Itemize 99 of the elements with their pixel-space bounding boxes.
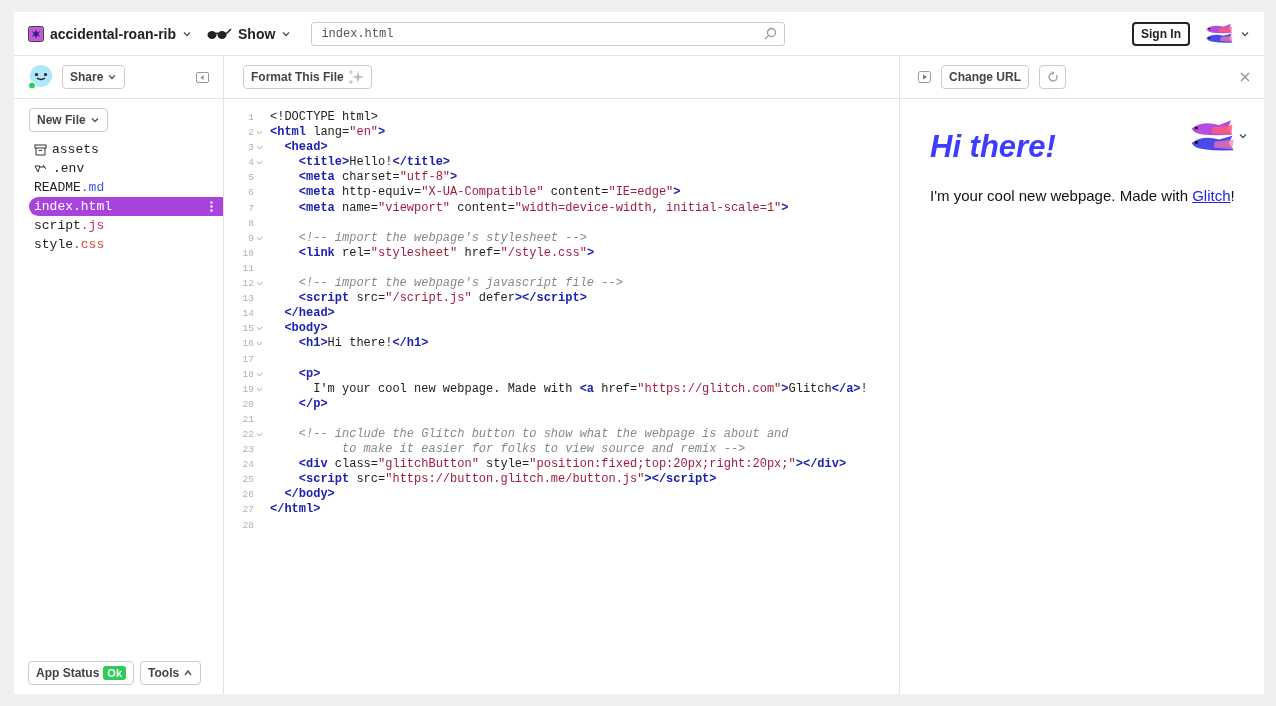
line-number: 22	[241, 427, 254, 442]
file-item[interactable]: script.js	[29, 216, 223, 235]
app-status-button[interactable]: App Status Ok	[28, 661, 135, 685]
show-button[interactable]: Show	[206, 25, 292, 42]
line-number: 5	[247, 171, 254, 186]
code-line: I'm your cool new webpage. Made with <a href="https://glitch.com">Glitch</a>!	[312, 381, 868, 397]
line-number: 18	[241, 367, 254, 382]
more-options-icon[interactable]	[210, 201, 213, 212]
new-file-button[interactable]: New File	[29, 108, 108, 132]
code-line: <!-- import the webpage's stylesheet -->	[297, 230, 587, 246]
fold-caret-icon[interactable]	[256, 160, 263, 166]
fold-caret-icon[interactable]	[256, 326, 263, 332]
line-number: 10	[241, 246, 254, 261]
code-line: </body>	[283, 487, 335, 503]
file-item[interactable]: index.html	[29, 197, 223, 216]
line-number: 28	[241, 518, 254, 533]
tools-button[interactable]: Tools	[140, 661, 202, 685]
code-line: <body>	[283, 321, 328, 337]
line-number: 15	[241, 322, 254, 337]
glitch-link[interactable]: Glitch	[1192, 187, 1231, 204]
code-line: <html lang="en">	[270, 125, 386, 141]
fish-logo-icon	[1204, 23, 1234, 44]
line-number: 16	[241, 337, 254, 352]
share-button[interactable]: Share	[62, 65, 126, 89]
line-number: 14	[241, 307, 254, 322]
file-item[interactable]: style.css	[29, 235, 223, 254]
project-name-button[interactable]: accidental-roan-rib	[28, 25, 193, 42]
code-line: <link rel="stylesheet" href="/style.css">	[297, 245, 595, 261]
play-icon[interactable]	[918, 71, 931, 83]
line-number: 12	[241, 277, 254, 292]
code-line: <div class="glitchButton" style="position:fixed;top:20px;right:20px;"></div>	[297, 457, 847, 473]
sign-in-button[interactable]: Sign In	[1132, 21, 1190, 46]
archive-box-icon	[34, 143, 47, 156]
fold-caret-icon[interactable]	[256, 432, 263, 437]
line-number: 23	[241, 443, 254, 458]
fold-caret-icon[interactable]	[256, 281, 263, 287]
status-badge: Ok	[103, 666, 127, 680]
fold-caret-icon[interactable]	[256, 130, 263, 136]
code-line: <script src="/script.js" defer></script>	[297, 291, 587, 307]
code-line: <!-- import the webpage's javascript file -->	[297, 276, 623, 292]
line-number: 26	[241, 488, 254, 503]
fold-caret-icon[interactable]	[256, 341, 263, 347]
account-menu-button[interactable]	[1204, 23, 1250, 44]
code-line: <meta name="viewport" content="width=device-width, initial-scale=1">	[297, 200, 789, 216]
code-line: <title>Hello!</title>	[297, 155, 451, 171]
line-number: 17	[241, 352, 254, 367]
code-line: </p>	[297, 396, 328, 412]
format-file-button[interactable]: Format This File	[243, 65, 372, 89]
line-number: 6	[247, 186, 254, 201]
code-line: to make it easier for folks to view source and remix -->	[341, 442, 746, 458]
preview-heading: Hi there!	[930, 129, 1056, 165]
chevron-up-icon	[183, 668, 194, 678]
fold-caret-icon[interactable]	[256, 145, 263, 151]
close-icon[interactable]	[1240, 72, 1250, 82]
sparkle-icon	[347, 69, 364, 85]
collapse-sidebar-icon[interactable]	[196, 71, 209, 83]
avatar-icon[interactable]	[28, 64, 54, 90]
fold-caret-icon[interactable]	[256, 235, 263, 241]
line-number: 11	[241, 261, 254, 276]
url-field[interactable]: index.html	[311, 21, 786, 46]
line-number: 4	[247, 156, 254, 171]
preview-paragraph: I'm your cool new webpage. Made with Glitch!	[930, 187, 1236, 204]
code-line: <p>	[297, 366, 321, 382]
fold-caret-icon[interactable]	[256, 386, 263, 392]
line-number: 9	[247, 231, 254, 246]
chevron-down-icon	[107, 72, 118, 82]
line-number: 20	[241, 397, 254, 412]
line-number: 21	[241, 412, 254, 427]
line-number: 27	[241, 503, 254, 518]
code-line: </html>	[270, 502, 321, 518]
line-number: 2	[247, 126, 254, 141]
code-line: </head>	[283, 306, 335, 322]
code-line: <!-- include the Glitch button to show what the webpage is about and	[297, 426, 789, 443]
file-item[interactable]: README.md	[29, 178, 223, 197]
line-number: 7	[247, 201, 254, 216]
line-number: 8	[247, 216, 254, 231]
refresh-icon	[1046, 71, 1059, 83]
line-number: 13	[241, 292, 254, 307]
line-number: 24	[241, 458, 254, 473]
code-line: <meta charset="utf-8">	[297, 170, 458, 186]
line-number: 19	[241, 382, 254, 397]
line-number: 1	[247, 111, 254, 125]
refresh-button[interactable]	[1039, 65, 1066, 89]
code-line: <script src="https://button.glitch.me/button.js"></script>	[297, 472, 717, 488]
code-line: <!DOCTYPE html>	[270, 110, 379, 126]
line-number: 25	[241, 473, 254, 488]
chevron-down-icon	[89, 115, 100, 125]
change-url-button[interactable]: Change URL	[941, 65, 1029, 89]
code-line: <h1>Hi there!</h1>	[297, 336, 429, 352]
file-item[interactable]: assets	[29, 140, 223, 159]
line-number: 3	[247, 141, 254, 156]
search-icon	[764, 26, 778, 40]
code-line: <meta http-equiv="X-UA-Compatible" content="IE=edge">	[297, 185, 681, 201]
project-logo-icon	[28, 25, 44, 42]
key-icon	[34, 163, 48, 174]
fold-caret-icon[interactable]	[256, 371, 263, 377]
code-line: <head>	[283, 140, 328, 156]
sunglasses-icon	[206, 27, 233, 40]
file-item[interactable]: .env	[29, 159, 223, 178]
